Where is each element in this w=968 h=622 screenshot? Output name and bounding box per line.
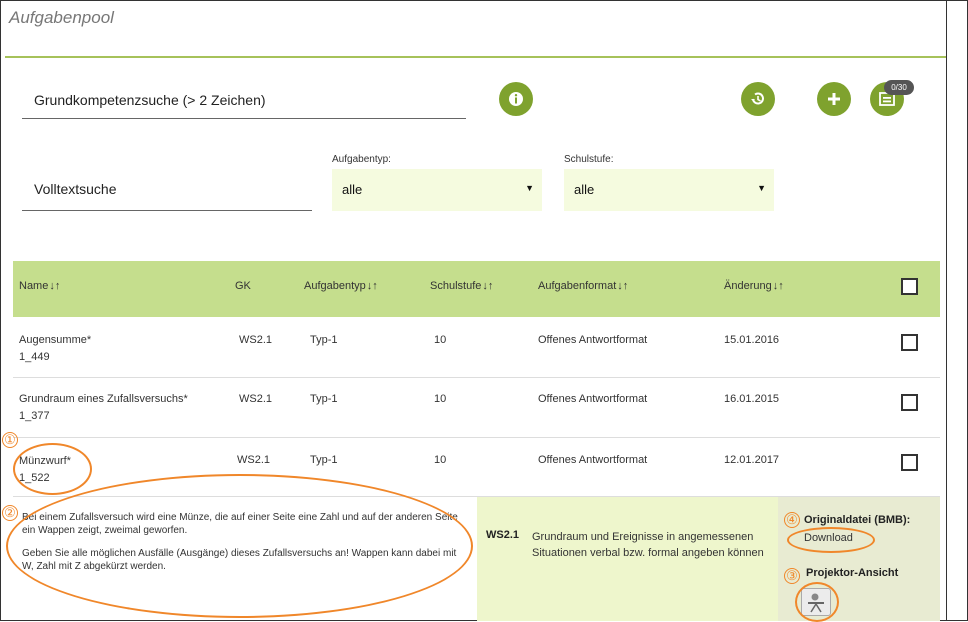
row2-date: 16.01.2015 [724, 393, 780, 405]
page-title: Aufgabenpool [9, 8, 114, 27]
annotation-ellipse-description [6, 474, 473, 618]
annotation-number-3: ③ [784, 568, 800, 584]
sort-icon[interactable]: ↓↑ [367, 280, 378, 292]
annotation-ellipse-download [787, 527, 875, 553]
volltext-search-input[interactable]: Volltextsuche [22, 170, 312, 211]
column-header-name[interactable]: Name↓↑ [19, 280, 60, 292]
column-aenderung-label: Änderung [724, 280, 772, 292]
row3-format: Offenes Antwortformat [538, 454, 648, 466]
row1-checkbox[interactable] [901, 334, 918, 351]
row2-id: 1_377 [19, 410, 50, 422]
column-aufgabentyp-label: Aufgabentyp [304, 280, 366, 292]
row-divider [13, 377, 940, 378]
competence-text: Grundraum und Ereignisse in angemessenen… [532, 531, 764, 559]
aufgabentyp-select[interactable]: alle ▼ [332, 169, 542, 211]
row3-date: 12.01.2017 [724, 454, 780, 466]
row2-checkbox[interactable] [901, 394, 918, 411]
aufgabentyp-label: Aufgabentyp: [332, 154, 391, 165]
cart-count-badge: 0/30 [884, 80, 914, 95]
column-name-label: Name [19, 280, 49, 292]
row1-name[interactable]: Augensumme* [19, 334, 91, 346]
row1-format: Offenes Antwortformat [538, 334, 648, 346]
schulstufe-value: alle [574, 182, 595, 197]
info-button[interactable] [499, 82, 533, 116]
annotation-ellipse-projector [795, 582, 839, 622]
schulstufe-select[interactable]: alle ▼ [564, 169, 774, 211]
sort-icon[interactable]: ↓↑ [773, 280, 784, 292]
aufgabentyp-value: alle [342, 182, 363, 197]
column-header-schulstufe[interactable]: Schulstufe↓↑ [430, 280, 493, 292]
sort-icon[interactable]: ↓↑ [617, 280, 628, 292]
row2-name[interactable]: Grundraum eines Zufallsversuchs* [19, 393, 188, 405]
row2-gk: WS2.1 [239, 393, 273, 405]
history-button[interactable] [741, 82, 775, 116]
row2-stufe: 10 [434, 393, 447, 405]
row-divider [13, 437, 940, 438]
column-header-aufgabentyp[interactable]: Aufgabentyp↓↑ [304, 280, 378, 292]
projector-view-label: Projektor-Ansicht [806, 567, 899, 579]
column-header-aufgabenformat[interactable]: Aufgabenformat↓↑ [538, 280, 628, 292]
history-icon [751, 92, 764, 105]
column-schulstufe-label: Schulstufe [430, 280, 482, 292]
annotation-ellipse-name [13, 443, 92, 495]
annotation-number-1: ① [2, 432, 18, 448]
row2-typ: Typ-1 [310, 393, 338, 405]
column-gk-label: GK [235, 280, 251, 292]
row1-date: 15.01.2016 [724, 334, 780, 346]
right-border [946, 0, 947, 621]
column-header-aenderung[interactable]: Änderung↓↑ [724, 280, 784, 292]
annotation-number-4: ④ [784, 512, 800, 528]
row1-stufe: 10 [434, 334, 447, 346]
competence-code: WS2.1 [486, 529, 520, 541]
add-button[interactable] [817, 82, 851, 116]
schulstufe-label: Schulstufe: [564, 154, 614, 165]
sort-icon[interactable]: ↓↑ [482, 280, 493, 292]
plus-icon [828, 93, 840, 105]
dropdown-arrow-icon: ▼ [525, 183, 534, 193]
row2-format: Offenes Antwortformat [538, 393, 648, 405]
row1-id: 1_449 [19, 351, 50, 363]
annotation-number-2: ② [2, 505, 18, 521]
row3-stufe: 10 [434, 454, 447, 466]
row1-typ: Typ-1 [310, 334, 338, 346]
original-file-label: Originaldatei (BMB): [804, 514, 911, 526]
row1-gk: WS2.1 [239, 334, 273, 346]
grundkompetenz-placeholder: Grundkompetenzsuche (> 2 Zeichen) [34, 92, 266, 108]
volltext-placeholder: Volltextsuche [34, 181, 117, 197]
row3-gk: WS2.1 [237, 454, 271, 466]
sort-icon[interactable]: ↓↑ [49, 280, 60, 292]
column-header-gk: GK [235, 280, 251, 292]
row3-checkbox[interactable] [901, 454, 918, 471]
dropdown-arrow-icon: ▼ [757, 183, 766, 193]
row3-typ: Typ-1 [310, 454, 338, 466]
column-aufgabenformat-label: Aufgabenformat [538, 280, 617, 292]
select-all-checkbox[interactable] [901, 278, 918, 295]
grundkompetenz-search-input[interactable]: Grundkompetenzsuche (> 2 Zeichen) [22, 80, 466, 119]
info-icon [509, 92, 523, 106]
title-divider [5, 56, 946, 58]
